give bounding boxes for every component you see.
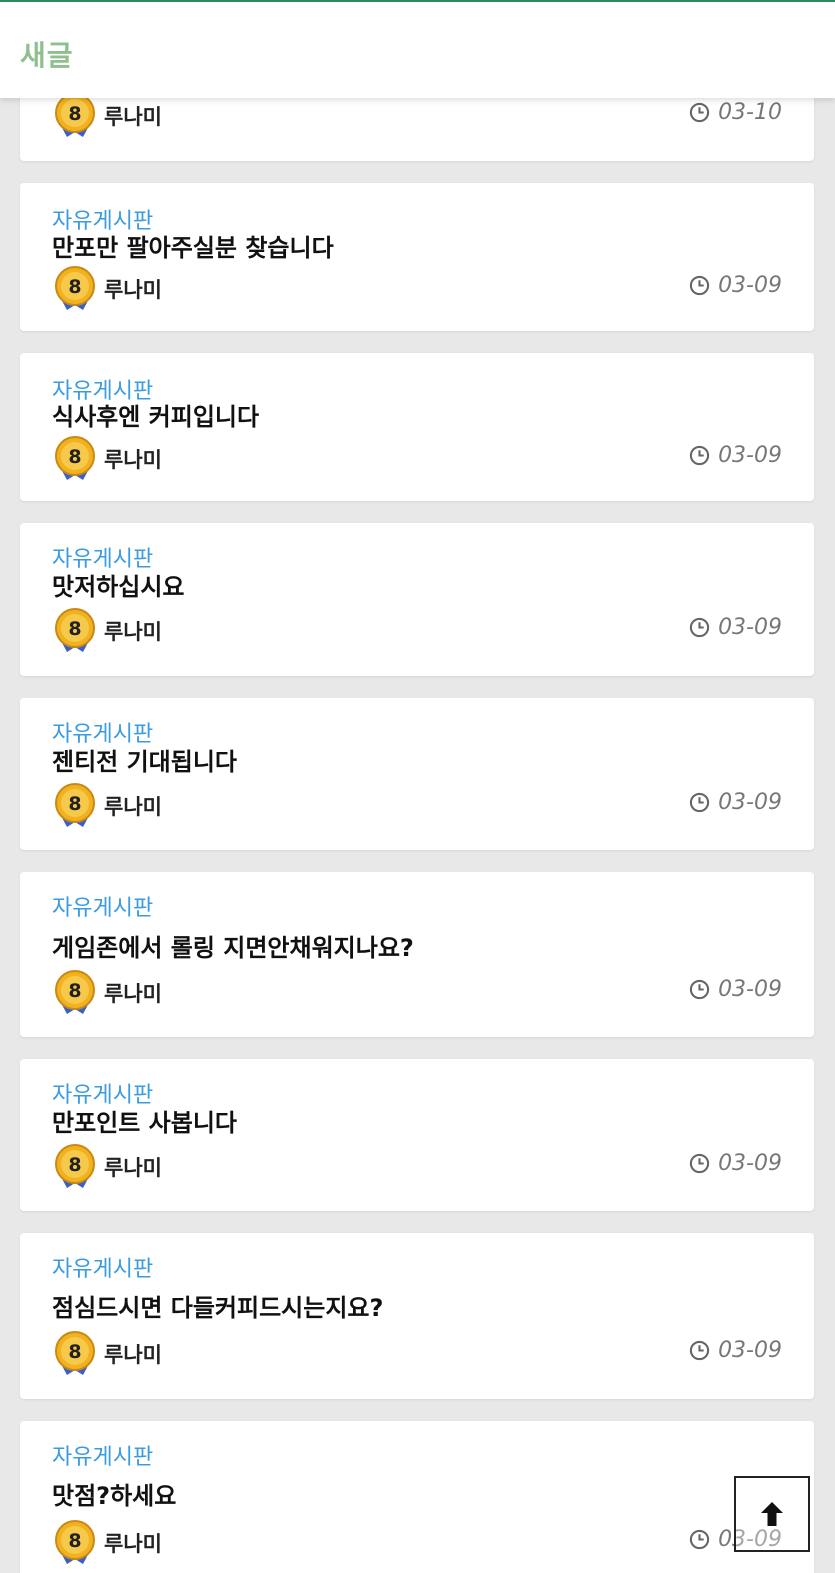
svg-text:8: 8: [68, 446, 81, 468]
post-date-text: 03-09: [718, 1338, 782, 1363]
post-title[interactable]: 만포만 팔아주실분 찾습니다: [52, 228, 334, 263]
post-author: 루나미: [104, 1156, 162, 1180]
post-date: 03-09: [689, 977, 782, 1002]
post-card[interactable]: 자유게시판 게임존에서 롤링 지면안채워지나요? 8 루나미 03-09: [20, 872, 814, 1037]
post-date-text: 03-10: [718, 100, 782, 125]
post-date-text: 03-09: [718, 1151, 782, 1176]
post-author: 루나미: [104, 1343, 162, 1367]
badge-level: 8: [68, 103, 81, 125]
level-badge-icon: 8: [55, 1144, 95, 1188]
post-date-text: 03-09: [718, 977, 782, 1002]
level-badge-icon: 8: [55, 970, 95, 1014]
post-author: 루나미: [104, 982, 162, 1006]
post-category[interactable]: 자유게시판: [52, 1251, 153, 1283]
post-date: 03-09: [689, 1151, 782, 1176]
post-title[interactable]: 식사후엔 커피입니다: [52, 397, 259, 432]
post-date-text: 03-09: [718, 273, 782, 298]
post-date: 03-09: [689, 1338, 782, 1363]
svg-text:8: 8: [68, 1154, 81, 1176]
clock-icon: [689, 102, 710, 123]
svg-text:8: 8: [68, 276, 81, 298]
level-badge-icon: 8: [55, 1520, 95, 1564]
post-date-text: 03-09: [718, 790, 782, 815]
svg-text:8: 8: [68, 793, 81, 815]
post-title[interactable]: 게임존에서 롤링 지면안채워지나요?: [52, 928, 414, 963]
post-author: 루나미: [104, 795, 162, 819]
post-meta: 8 루나미 03-09: [52, 1517, 782, 1565]
svg-text:8: 8: [68, 618, 81, 640]
post-date: 03-09: [689, 790, 782, 815]
post-date-text: 03-09: [718, 443, 782, 468]
clock-icon: [689, 792, 710, 813]
post-card[interactable]: 자유게시판 만포만 팔아주실분 찾습니다 8 루나미 03-09: [20, 183, 814, 331]
top-accent-line: [0, 0, 835, 2]
post-card[interactable]: 자유게시판 식사후엔 커피입니다 8 루나미 03-09: [20, 353, 814, 501]
post-author: 루나미: [104, 1532, 162, 1556]
svg-text:8: 8: [68, 1530, 81, 1552]
post-card[interactable]: 자유게시판 맛저하십시요 8 루나미 03-09: [20, 523, 814, 676]
post-meta: 8 루나미 03-09: [52, 263, 782, 311]
arrow-up-icon: [761, 1502, 783, 1526]
post-author: 루나미: [104, 448, 162, 472]
clock-icon: [689, 1153, 710, 1174]
clock-icon: [689, 275, 710, 296]
page-title: 새글: [20, 39, 74, 72]
post-card[interactable]: 자유게시판 젠티전 기대됩니다 8 루나미 03-09: [20, 698, 814, 850]
level-badge-icon: 8: [55, 266, 95, 310]
post-card[interactable]: 자유게시판 만포인트 사봅니다 8 루나미 03-09: [20, 1059, 814, 1211]
scroll-top-button[interactable]: [734, 1476, 810, 1552]
post-author: 루나미: [104, 105, 162, 129]
post-meta: 8 루나미 03-09: [52, 1141, 782, 1189]
post-meta: 8 루나미 03-09: [52, 1328, 782, 1376]
post-card[interactable]: 자유게시판 점심드시면 다들커피드시는지요? 8 루나미 03-09: [20, 1233, 814, 1399]
clock-icon: [689, 979, 710, 1000]
clock-icon: [689, 445, 710, 466]
clock-icon: [689, 1340, 710, 1361]
svg-text:8: 8: [68, 1341, 81, 1363]
post-category[interactable]: 자유게시판: [52, 1439, 153, 1471]
post-author: 루나미: [104, 620, 162, 644]
level-badge-icon: 8: [55, 1331, 95, 1375]
level-badge-icon: 8: [55, 436, 95, 480]
post-title[interactable]: 점심드시면 다들커피드시는지요?: [52, 1288, 383, 1323]
post-date: 03-10: [689, 100, 782, 125]
level-badge-icon: 8: [55, 783, 95, 827]
post-date: 03-09: [689, 273, 782, 298]
clock-icon: [689, 617, 710, 638]
post-date-text: 03-09: [718, 615, 782, 640]
post-meta: 8 루나미 03-09: [52, 433, 782, 481]
svg-text:8: 8: [68, 980, 81, 1002]
post-author: 루나미: [104, 278, 162, 302]
post-date: 03-09: [689, 443, 782, 468]
post-date: 03-09: [689, 615, 782, 640]
post-category[interactable]: 자유게시판: [52, 890, 153, 922]
post-meta: 8 루나미 03-09: [52, 605, 782, 653]
post-title[interactable]: 젠티전 기대됩니다: [52, 742, 237, 777]
post-meta: 8 루나미 03-09: [52, 780, 782, 828]
app-header: 새글: [0, 0, 835, 98]
post-card[interactable]: 자유게시판 맛점?하세요 8 루나미 03-09: [20, 1421, 814, 1573]
clock-icon: [689, 1529, 710, 1550]
post-title[interactable]: 맛점?하세요: [52, 1476, 176, 1511]
level-badge-icon: 8: [55, 608, 95, 652]
post-meta: 8 루나미 03-09: [52, 967, 782, 1015]
post-title[interactable]: 맛저하십시요: [52, 567, 184, 602]
post-title[interactable]: 만포인트 사봅니다: [52, 1103, 237, 1138]
